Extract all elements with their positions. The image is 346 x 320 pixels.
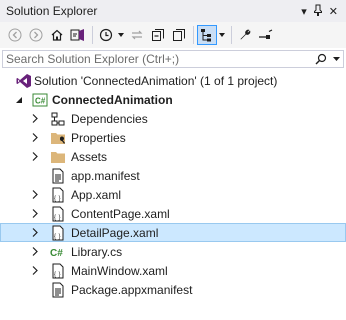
tree-row-properties[interactable]: Properties <box>0 128 346 147</box>
collapsed-chevron-icon[interactable] <box>30 133 40 143</box>
manifest-file-icon <box>50 168 66 184</box>
collapsed-chevron-icon[interactable] <box>30 266 40 276</box>
panel-title: Solution Explorer <box>6 4 98 18</box>
svg-text:{: { <box>54 196 56 202</box>
tree-item-label: Library.cs <box>71 244 123 259</box>
visual-studio-switch-icon <box>70 29 84 41</box>
svg-text:C#: C# <box>35 96 46 105</box>
tree-row-detailpage-xaml[interactable]: {} DetailPage.xaml <box>0 223 346 242</box>
close-icon[interactable]: ✕ <box>329 5 338 18</box>
xaml-file-icon: {} <box>50 206 66 222</box>
tree-item-label: Dependencies <box>71 111 148 126</box>
collapse-all-icon <box>152 29 164 41</box>
expanded-chevron-icon[interactable] <box>14 95 24 105</box>
toolbar-separator <box>231 26 232 44</box>
tree-view-icon <box>201 29 211 42</box>
tree-row-app-xaml[interactable]: {} App.xaml <box>0 185 346 204</box>
tree-item-label: Package.appxmanifest <box>71 282 193 297</box>
collapsed-chevron-icon[interactable] <box>30 228 40 238</box>
collapsed-chevron-icon[interactable] <box>30 152 40 162</box>
chevron-down-icon <box>118 33 124 37</box>
forward-arrow-icon <box>29 28 43 42</box>
toolbar-separator <box>92 26 93 44</box>
tree-row-mainwindow-xaml[interactable]: {} MainWindow.xaml <box>0 261 346 280</box>
tree-item-label: Assets <box>71 149 108 164</box>
pending-changes-dropdown[interactable] <box>117 25 125 45</box>
tree-item-label: App.xaml <box>71 187 122 202</box>
preview-dropdown[interactable] <box>218 25 226 45</box>
toolbar-separator <box>193 26 194 44</box>
home-icon <box>51 29 63 41</box>
folder-icon <box>50 149 66 165</box>
settings-button[interactable] <box>256 25 276 45</box>
svg-text:}: } <box>59 215 61 221</box>
search-icon[interactable] <box>313 51 329 67</box>
sync-with-active-document-button[interactable] <box>127 25 147 45</box>
collapsed-chevron-icon[interactable] <box>30 209 40 219</box>
properties-folder-icon <box>50 130 66 146</box>
csharp-file-icon: C# <box>50 244 66 260</box>
back-button[interactable] <box>5 25 25 45</box>
tree-item-label: MainWindow.xaml <box>71 263 168 278</box>
history-clock-icon <box>99 28 113 42</box>
tree-item-label: ContentPage.xaml <box>71 206 170 221</box>
title-controls: ▾ ✕ <box>301 4 346 19</box>
csharp-project-icon: C# <box>32 92 48 108</box>
tree-item-label: DetailPage.xaml <box>71 225 159 240</box>
chevron-down-icon <box>332 57 340 61</box>
tree-row-contentpage-xaml[interactable]: {} ContentPage.xaml <box>0 204 346 223</box>
search-input[interactable] <box>3 52 313 66</box>
pending-changes-filter-button[interactable] <box>96 25 116 45</box>
properties-button[interactable] <box>235 25 255 45</box>
svg-text:C#: C# <box>50 248 63 259</box>
xaml-file-icon: {} <box>50 187 66 203</box>
collapse-all-button[interactable] <box>148 25 168 45</box>
tree-item-label: app.manifest <box>71 168 140 183</box>
svg-text:{: { <box>54 272 56 278</box>
pin-icon[interactable] <box>313 4 323 19</box>
window-position-dropdown-icon[interactable]: ▾ <box>301 5 307 18</box>
collapsed-chevron-icon[interactable] <box>30 190 40 200</box>
search-options-dropdown[interactable] <box>329 51 343 67</box>
sync-arrows-icon <box>131 30 143 40</box>
visual-studio-solution-icon <box>16 73 32 89</box>
dependencies-icon <box>50 111 66 127</box>
solution-tree: Solution 'ConnectedAnimation' (1 of 1 pr… <box>0 71 346 299</box>
show-all-files-button[interactable] <box>169 25 189 45</box>
svg-text:{: { <box>54 215 56 221</box>
solution-label: Solution 'ConnectedAnimation' (1 of 1 pr… <box>34 73 278 88</box>
tree-row-project[interactable]: C# ConnectedAnimation <box>0 90 346 109</box>
preview-selected-items-button[interactable] <box>197 25 217 45</box>
tree-row-package-appxmanifest[interactable]: Package.appxmanifest <box>0 280 346 299</box>
collapsed-chevron-icon[interactable] <box>30 114 40 124</box>
svg-text:}: } <box>59 234 61 240</box>
tree-item-label: Properties <box>71 130 126 145</box>
svg-text:{: { <box>54 234 56 240</box>
project-label: ConnectedAnimation <box>52 92 173 107</box>
tree-row-app-manifest[interactable]: app.manifest <box>0 166 346 185</box>
svg-text:}: } <box>59 196 61 202</box>
title-bar: Solution Explorer ▾ ✕ <box>0 0 346 22</box>
home-button[interactable] <box>47 25 67 45</box>
xaml-file-icon: {} <box>50 263 66 279</box>
tree-row-assets[interactable]: Assets <box>0 147 346 166</box>
tree-row-dependencies[interactable]: Dependencies <box>0 109 346 128</box>
xaml-file-icon: {} <box>50 225 66 241</box>
settings-slider-icon <box>259 29 273 39</box>
show-all-files-icon <box>173 29 185 41</box>
switch-views-button[interactable] <box>68 25 88 45</box>
forward-button[interactable] <box>26 25 46 45</box>
svg-text:}: } <box>59 272 61 278</box>
chevron-down-icon <box>219 33 225 37</box>
tree-row-solution[interactable]: Solution 'ConnectedAnimation' (1 of 1 pr… <box>0 71 346 90</box>
collapsed-chevron-icon[interactable] <box>30 247 40 257</box>
toolbar <box>0 22 346 48</box>
manifest-file-icon <box>50 282 66 298</box>
search-box <box>2 50 344 68</box>
tree-row-library-cs[interactable]: C# Library.cs <box>0 242 346 261</box>
wrench-icon <box>240 29 251 40</box>
back-arrow-icon <box>8 28 22 42</box>
